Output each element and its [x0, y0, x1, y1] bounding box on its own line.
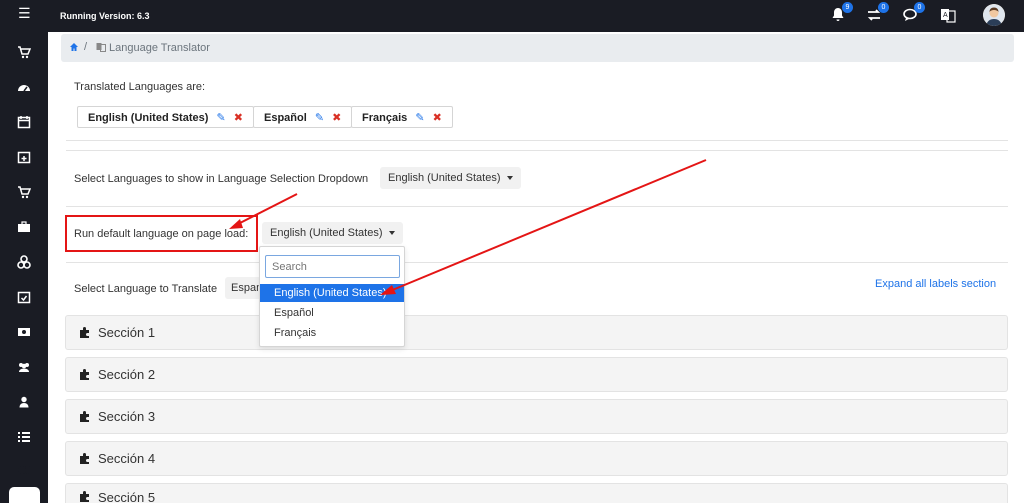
- dropdown-languages-value: English (United States): [388, 172, 501, 184]
- language-dropdown-menu: English (United States) Español Français: [259, 246, 405, 347]
- puzzle-icon: [79, 490, 92, 503]
- user-icon[interactable]: [17, 395, 31, 409]
- default-language-value: English (United States): [270, 227, 383, 239]
- section-title: Sección 5: [98, 490, 156, 503]
- language-chip: Español ✎ ✖: [253, 106, 353, 128]
- delete-icon[interactable]: ✖: [332, 112, 341, 124]
- calendar-icon[interactable]: [17, 115, 31, 129]
- cubes-icon[interactable]: [17, 255, 31, 269]
- section-title: Sección 1: [98, 325, 156, 340]
- section-panel[interactable]: Sección 3: [65, 399, 1008, 434]
- dropdown-option[interactable]: Français: [260, 324, 404, 342]
- top-bar: ☰ Running Version: 6.3 9 0 0 A: [0, 0, 1024, 32]
- divider: [66, 150, 1008, 151]
- divider: [66, 140, 1008, 141]
- pencil-icon[interactable]: ✎: [415, 112, 424, 124]
- exchange-icon[interactable]: 0: [866, 2, 889, 25]
- puzzle-icon: [79, 410, 92, 426]
- section-panel[interactable]: Sección 2: [65, 357, 1008, 392]
- language-chip-label: Español: [264, 112, 307, 124]
- exchange-badge: 0: [878, 2, 889, 13]
- language-chip-label: Français: [362, 112, 408, 124]
- annotation-highlight-box: [65, 215, 258, 252]
- dropdown-search-input[interactable]: [265, 255, 400, 278]
- dropdown-languages-select[interactable]: English (United States): [380, 167, 521, 189]
- breadcrumb-current: Language Translator: [109, 42, 210, 54]
- section-title: Sección 4: [98, 451, 156, 466]
- translate-language-select[interactable]: Espan: [225, 277, 261, 299]
- dropdown-option[interactable]: English (United States): [260, 284, 404, 302]
- dropdown-option[interactable]: Español: [260, 304, 404, 322]
- delete-icon[interactable]: ✖: [234, 112, 243, 124]
- default-language-select[interactable]: English (United States): [262, 222, 403, 244]
- puzzle-icon: [79, 452, 92, 468]
- version-label: Running Version: 6.3: [60, 11, 150, 21]
- caret-down-icon: [506, 176, 513, 181]
- bell-icon[interactable]: 9: [830, 2, 853, 25]
- puzzle-icon: [79, 368, 92, 384]
- pencil-icon[interactable]: ✎: [315, 112, 324, 124]
- section-title: Sección 3: [98, 409, 156, 424]
- language-chip: English (United States) ✎ ✖: [77, 106, 254, 128]
- section-title: Sección 2: [98, 367, 156, 382]
- dropdown-languages-label: Select Languages to show in Language Sel…: [74, 173, 369, 185]
- translate-language-value: Espan: [231, 282, 261, 294]
- users-icon[interactable]: [17, 360, 31, 374]
- expand-all-link[interactable]: Expand all labels section: [875, 278, 996, 290]
- list-icon[interactable]: [17, 430, 31, 444]
- translate-language-label: Select Language to Translate: [74, 283, 218, 295]
- cogs-icon[interactable]: [17, 464, 31, 478]
- caret-down-icon: [388, 231, 395, 236]
- hamburger-menu-icon[interactable]: ☰: [18, 5, 31, 22]
- breadcrumb: / Language Translator: [61, 34, 1014, 62]
- cart-icon[interactable]: [17, 45, 31, 59]
- pencil-icon[interactable]: ✎: [216, 112, 225, 124]
- money-icon[interactable]: [17, 325, 31, 339]
- translated-heading: Translated Languages are:: [74, 81, 206, 93]
- delete-icon[interactable]: ✖: [433, 112, 442, 124]
- breadcrumb-separator: /: [84, 41, 88, 53]
- dashboard-icon[interactable]: [17, 80, 31, 94]
- translate-icon[interactable]: A: [940, 7, 958, 25]
- calendar-check-icon[interactable]: [17, 290, 31, 304]
- cart-icon[interactable]: [17, 185, 31, 199]
- home-icon[interactable]: [69, 42, 79, 55]
- puzzle-icon: [79, 326, 92, 342]
- language-icon: [96, 42, 106, 55]
- section-panel[interactable]: Sección 4: [65, 441, 1008, 476]
- divider: [66, 262, 1008, 263]
- user-avatar[interactable]: [983, 4, 1005, 26]
- briefcase-icon[interactable]: [17, 220, 31, 234]
- calendar-plus-icon[interactable]: [17, 150, 31, 164]
- svg-text:A: A: [943, 12, 948, 19]
- section-panel[interactable]: Sección 1: [65, 315, 1008, 350]
- sidebar-active-highlight: [9, 487, 40, 503]
- notification-badge: 9: [842, 2, 853, 13]
- chat-icon[interactable]: 0: [902, 2, 925, 25]
- language-chip: Français ✎ ✖: [351, 106, 453, 128]
- language-chip-label: English (United States): [88, 112, 209, 124]
- section-panel[interactable]: Sección 5: [65, 483, 1008, 503]
- chat-badge: 0: [914, 2, 925, 13]
- divider: [66, 206, 1008, 207]
